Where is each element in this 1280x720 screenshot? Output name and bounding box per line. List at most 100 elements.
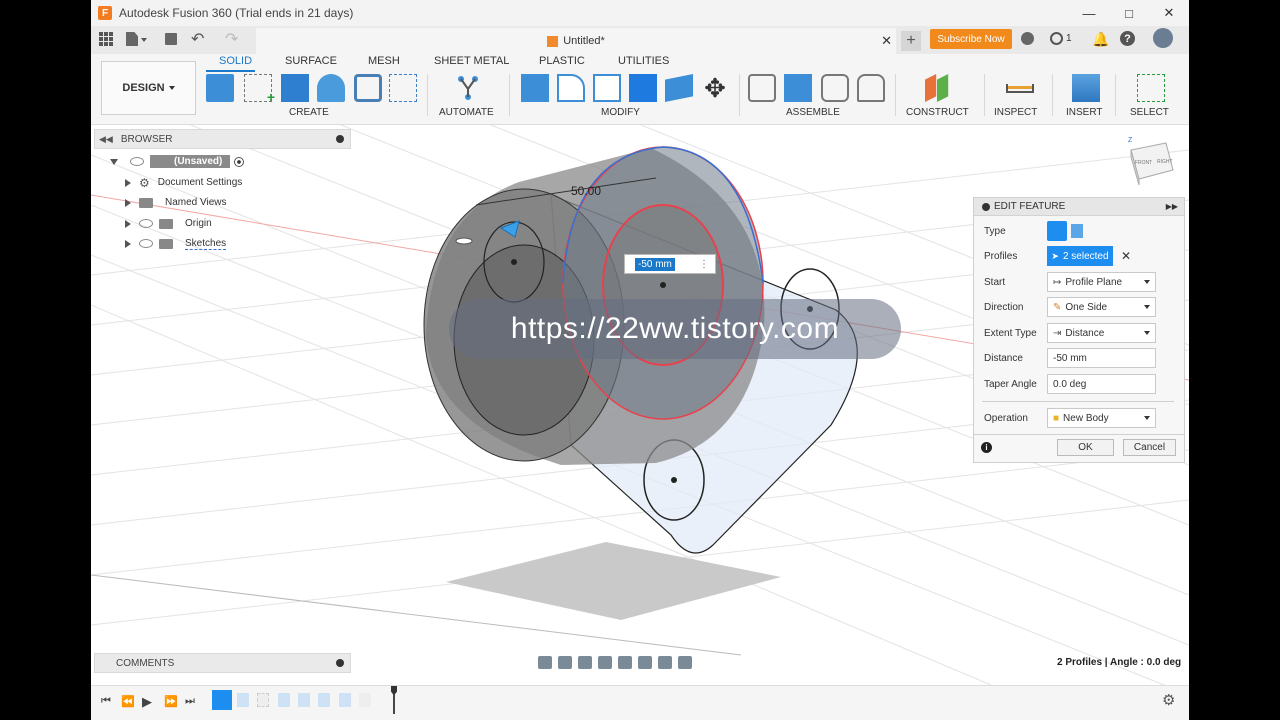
viewcube-right-label[interactable]: RIGHT [1157, 159, 1173, 165]
measure-icon[interactable] [1006, 84, 1034, 93]
group-label-construct[interactable]: CONSTRUCT [906, 107, 969, 118]
timeline-feature[interactable] [237, 693, 249, 707]
file-icon[interactable] [126, 32, 138, 46]
collapse-browser-icon[interactable]: ◀◀ [99, 134, 113, 145]
combine-icon[interactable] [629, 74, 657, 102]
comments-panel-header[interactable]: COMMENTS [94, 653, 351, 673]
app-grid-icon[interactable] [99, 32, 113, 46]
split-body-icon[interactable] [665, 74, 693, 102]
edit-feature-header[interactable]: EDIT FEATURE ▶▶ [974, 198, 1184, 216]
help-icon[interactable]: ? [1120, 31, 1135, 46]
visibility-eye-icon[interactable] [139, 219, 153, 228]
zoom-icon[interactable] [598, 655, 612, 669]
tab-solid[interactable]: SOLID [219, 55, 252, 67]
add-comment-icon[interactable] [336, 659, 344, 667]
document-tab[interactable]: Untitled* ✕ [256, 28, 896, 54]
undo-icon[interactable]: ↶ [191, 29, 204, 49]
save-icon[interactable] [165, 33, 177, 45]
timeline-marker[interactable] [391, 686, 397, 714]
timeline-feature[interactable] [359, 693, 371, 707]
joint-icon[interactable] [784, 74, 812, 102]
profiles-selection[interactable]: ➤ 2 selected [1047, 246, 1113, 266]
expand-toggle-icon[interactable] [125, 198, 131, 207]
offline-status-icon[interactable] [1021, 32, 1034, 45]
job-status-icon[interactable] [1050, 32, 1063, 45]
viewcube-front-label[interactable]: FRONT [1135, 160, 1152, 166]
new-component-assemble-icon[interactable] [748, 74, 776, 102]
tree-item-sketches[interactable]: Sketches [125, 235, 227, 252]
timeline-feature[interactable] [339, 693, 351, 707]
info-icon[interactable]: i [981, 442, 992, 453]
fit-icon[interactable] [618, 655, 632, 669]
automate-icon[interactable] [454, 74, 482, 102]
distance-input[interactable]: -50 mm [1047, 348, 1156, 368]
play-icon[interactable]: ▶ [142, 694, 152, 710]
tree-item-document-settings[interactable]: ⚙ Document Settings [125, 174, 242, 191]
user-avatar[interactable] [1153, 28, 1173, 48]
type-body-option-icon[interactable] [1047, 221, 1067, 241]
group-label-assemble[interactable]: ASSEMBLE [786, 107, 840, 118]
pan-hand-icon[interactable] [578, 655, 592, 669]
type-surface-option-icon[interactable] [1071, 224, 1083, 238]
tree-root-label[interactable]: (Unsaved) [150, 155, 231, 168]
tab-mesh[interactable]: MESH [368, 55, 400, 67]
construct-plane-icon[interactable] [937, 74, 949, 102]
distance-manipulator-value[interactable]: -50 mm [635, 257, 675, 271]
look-at-icon[interactable] [558, 655, 572, 669]
orbit-icon[interactable] [538, 655, 552, 669]
close-tab-icon[interactable]: ✕ [881, 33, 892, 49]
expand-toggle-icon[interactable] [110, 158, 118, 165]
create-sketch-icon[interactable]: + [244, 74, 275, 105]
extent-type-select[interactable]: ⇥ Distance [1047, 323, 1156, 343]
tab-surface[interactable]: SURFACE [285, 55, 337, 67]
subscribe-button[interactable]: Subscribe Now [930, 29, 1012, 49]
step-back-icon[interactable]: ⏪ [121, 695, 135, 708]
redo-icon[interactable]: ↷ [225, 29, 238, 49]
revolve-icon[interactable] [317, 74, 345, 102]
operation-select[interactable]: ■ New Body [1047, 408, 1156, 428]
step-forward-icon[interactable]: ⏩ [164, 695, 178, 708]
ok-button[interactable]: OK [1057, 439, 1114, 456]
timeline-feature[interactable] [318, 693, 330, 707]
insert-image-icon[interactable] [1072, 74, 1100, 102]
panel-expand-icon[interactable]: ▶▶ [1166, 202, 1178, 211]
cancel-button[interactable]: Cancel [1123, 439, 1176, 456]
shell-icon[interactable] [593, 74, 621, 102]
panel-collapse-icon[interactable] [982, 202, 990, 211]
minimize-button[interactable]: — [1069, 0, 1109, 26]
close-window-button[interactable]: ✕ [1149, 0, 1189, 26]
timeline-feature[interactable] [257, 693, 269, 707]
tab-sheet-metal[interactable]: SHEET METAL [434, 55, 509, 67]
group-label-automate[interactable]: AUTOMATE [439, 107, 494, 118]
go-to-end-icon[interactable]: ⏭ [185, 695, 195, 708]
select-window-icon[interactable] [1137, 74, 1165, 102]
tree-item-named-views[interactable]: Named Views [125, 194, 227, 211]
direction-select[interactable]: ✎ One Side [1047, 297, 1156, 317]
more-options-icon[interactable]: ⋮ [699, 259, 709, 270]
browser-minimize-icon[interactable] [336, 135, 344, 143]
active-component-radio-icon[interactable] [234, 156, 245, 167]
press-pull-icon[interactable] [521, 74, 549, 102]
group-label-inspect[interactable]: INSPECT [994, 107, 1037, 118]
rigid-group-icon[interactable] [857, 74, 885, 102]
timeline-feature-active[interactable] [212, 690, 232, 710]
visibility-eye-icon[interactable] [130, 157, 144, 166]
new-tab-button[interactable]: + [901, 31, 921, 51]
tree-item-origin[interactable]: Origin [125, 215, 212, 232]
go-to-start-icon[interactable]: ⏮ [101, 695, 111, 708]
extrude-icon[interactable] [281, 74, 309, 102]
as-built-joint-icon[interactable] [821, 74, 849, 102]
group-label-create[interactable]: CREATE [289, 107, 329, 118]
expand-toggle-icon[interactable] [125, 178, 131, 187]
move-copy-icon[interactable]: ✥ [701, 74, 729, 102]
group-label-modify[interactable]: MODIFY [601, 107, 640, 118]
tab-plastic[interactable]: PLASTIC [539, 55, 585, 67]
taper-angle-input[interactable]: 0.0 deg [1047, 374, 1156, 394]
maximize-button[interactable]: □ [1109, 0, 1149, 26]
distance-manipulator-input[interactable]: -50 mm ⋮ [624, 254, 716, 274]
browser-panel-header[interactable]: ◀◀ BROWSER [94, 129, 351, 149]
tree-root-row[interactable]: (Unsaved) [110, 153, 245, 170]
viewports-icon[interactable] [678, 655, 692, 669]
clear-selection-icon[interactable]: ✕ [1121, 249, 1131, 263]
tab-utilities[interactable]: UTILITIES [618, 55, 669, 67]
